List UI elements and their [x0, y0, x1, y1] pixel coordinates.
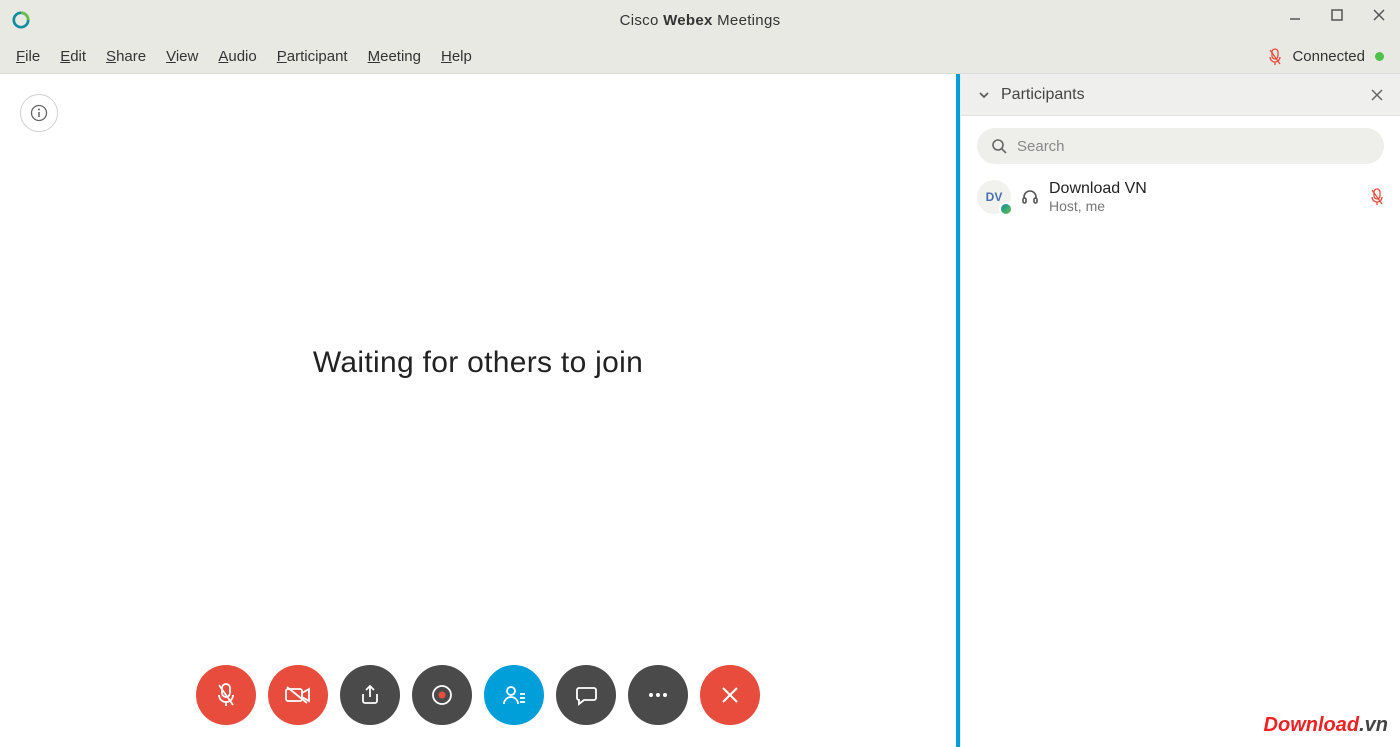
more-button[interactable]	[628, 665, 688, 725]
titlebar: Cisco Webex Meetings	[0, 0, 1400, 40]
connection-status: Connected	[1268, 48, 1384, 66]
participant-name: Download VN	[1049, 180, 1360, 198]
meeting-controls	[196, 665, 760, 725]
mic-muted-icon	[1268, 48, 1282, 66]
waiting-message: Waiting for others to join	[313, 346, 643, 380]
content-area: Waiting for others to join	[0, 74, 1400, 747]
avatar: DV	[977, 180, 1011, 214]
close-icon	[720, 685, 740, 705]
menu-share[interactable]: Share	[96, 44, 156, 69]
participant-mic-muted-icon	[1370, 188, 1384, 206]
window-controls	[1274, 0, 1400, 30]
info-icon	[30, 104, 48, 122]
watermark: Download.vn	[1264, 714, 1388, 737]
panel-title: Participants	[1001, 86, 1085, 104]
window-title-bold: Webex	[663, 12, 713, 29]
search-input[interactable]	[1017, 138, 1370, 155]
participants-icon	[501, 683, 527, 707]
headphone-icon	[1021, 188, 1039, 206]
menu-audio[interactable]: Audio	[208, 44, 266, 69]
menu-view[interactable]: View	[156, 44, 208, 69]
mute-button[interactable]	[196, 665, 256, 725]
connected-label: Connected	[1292, 48, 1365, 65]
avatar-initials: DV	[986, 190, 1003, 204]
minimize-button[interactable]	[1274, 0, 1316, 30]
window-title-suffix: Meetings	[713, 12, 781, 29]
menubar: File Edit Share View Audio Participant M…	[0, 40, 1400, 74]
window-title-prefix: Cisco	[620, 12, 663, 29]
more-icon	[646, 691, 670, 699]
share-button[interactable]	[340, 665, 400, 725]
end-meeting-button[interactable]	[700, 665, 760, 725]
avatar-badge-icon	[999, 202, 1013, 216]
menu-file[interactable]: File	[6, 44, 50, 69]
share-icon	[358, 683, 382, 707]
search-icon	[991, 138, 1007, 154]
window-title: Cisco Webex Meetings	[620, 12, 781, 29]
watermark-suffix: .vn	[1359, 714, 1388, 736]
maximize-button[interactable]	[1316, 0, 1358, 30]
panel-close-button[interactable]	[1370, 88, 1384, 102]
status-dot-icon	[1375, 52, 1384, 61]
participants-panel: Participants DV Download VN Host, me	[960, 74, 1400, 747]
chat-icon	[574, 683, 598, 707]
mic-icon	[214, 681, 238, 709]
video-button[interactable]	[268, 665, 328, 725]
participant-role: Host, me	[1049, 198, 1360, 214]
record-icon	[430, 683, 454, 707]
record-button[interactable]	[412, 665, 472, 725]
chat-button[interactable]	[556, 665, 616, 725]
menu-edit[interactable]: Edit	[50, 44, 96, 69]
search-container	[961, 116, 1400, 172]
close-button[interactable]	[1358, 0, 1400, 30]
chevron-down-icon[interactable]	[977, 88, 991, 102]
webex-logo-icon	[12, 11, 30, 29]
participants-button[interactable]	[484, 665, 544, 725]
menu-help[interactable]: Help	[431, 44, 482, 69]
info-button[interactable]	[20, 94, 58, 132]
search-box[interactable]	[977, 128, 1384, 164]
panel-header: Participants	[961, 74, 1400, 116]
participant-info: Download VN Host, me	[1049, 180, 1360, 214]
camera-icon	[284, 685, 312, 705]
menu-participant[interactable]: Participant	[267, 44, 358, 69]
menu-meeting[interactable]: Meeting	[358, 44, 431, 69]
watermark-main: Download	[1264, 714, 1360, 736]
video-stage: Waiting for others to join	[0, 74, 956, 747]
participant-row[interactable]: DV Download VN Host, me	[961, 172, 1400, 222]
